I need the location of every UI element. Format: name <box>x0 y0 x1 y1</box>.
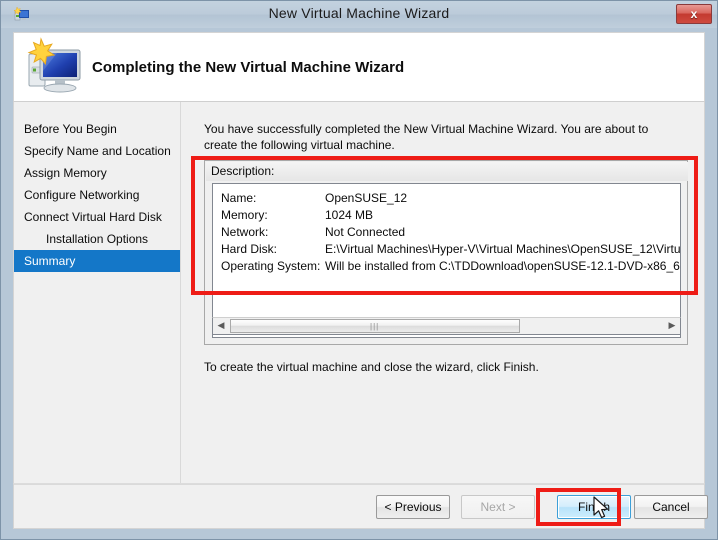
finish-button[interactable]: Finish <box>557 495 631 519</box>
sidebar-item-configure-networking[interactable]: Configure Networking <box>14 184 180 206</box>
sidebar-item-installation-options[interactable]: Installation Options <box>14 228 180 250</box>
title-bar: New Virtual Machine Wizard x <box>1 1 717 28</box>
intro-paragraph: You have successfully completed the New … <box>204 122 649 152</box>
scrollbar-track[interactable]: ◀ ||| ▶ <box>213 318 680 334</box>
sidebar-item-connect-virtual-hard-disk[interactable]: Connect Virtual Hard Disk <box>14 206 180 228</box>
description-value: Not Connected <box>325 225 406 239</box>
description-value: Will be installed from C:\TDDownload\ope… <box>325 259 681 273</box>
sidebar-item-label: Connect Virtual Hard Disk <box>24 210 162 224</box>
list-item: Operating System: Will be installed from … <box>221 258 681 275</box>
cancel-button-label: Cancel <box>652 500 690 514</box>
scroll-right-icon[interactable]: ▶ <box>664 318 680 334</box>
list-item: Memory: 1024 MB <box>221 207 680 224</box>
sidebar-item-assign-memory[interactable]: Assign Memory <box>14 162 180 184</box>
description-key: Hard Disk: <box>221 242 278 256</box>
scroll-left-icon[interactable]: ◀ <box>213 318 229 334</box>
previous-button[interactable]: < Previous <box>376 495 450 519</box>
close-icon[interactable]: x <box>676 4 712 24</box>
sidebar-item-summary[interactable]: Summary <box>14 250 180 272</box>
wizard-banner: Completing the New Virtual Machine Wizar… <box>13 32 705 102</box>
sidebar-item-before-you-begin[interactable]: Before You Begin <box>14 118 180 140</box>
sidebar-item-label: Installation Options <box>46 232 149 246</box>
description-value: E:\Virtual Machines\Hyper-V\Virtual Mach… <box>325 242 681 256</box>
sidebar-item-label: Summary <box>24 254 76 268</box>
horizontal-scrollbar[interactable]: ◀ ||| ▶ <box>212 317 681 335</box>
footer-instruction: To create the virtual machine and close … <box>204 360 539 374</box>
divider <box>14 484 704 485</box>
wizard-body: Before You Begin Specify Name and Locati… <box>13 102 705 483</box>
new-vm-monitor-icon <box>24 37 86 99</box>
description-group-box: Description: Name: OpenSUSE_12 Memory: 102… <box>204 160 688 345</box>
next-button-label: Next > <box>480 500 516 514</box>
description-list[interactable]: Name: OpenSUSE_12 Memory: 1024 MB Network:… <box>212 183 681 338</box>
next-button: Next > <box>461 495 535 519</box>
dialog-button-bar: < Previous Next > Finish Cancel <box>13 483 708 529</box>
description-group-header <box>206 162 688 181</box>
description-label: Description: <box>211 164 275 178</box>
wizard-step-sidebar: Before You Begin Specify Name and Locati… <box>14 102 181 483</box>
description-value: OpenSUSE_12 <box>325 191 408 205</box>
previous-button-label: < Previous <box>384 500 442 514</box>
description-key: Operating System: <box>221 259 321 273</box>
window-title: New Virtual Machine Wizard <box>268 5 450 21</box>
sidebar-item-label: Configure Networking <box>24 188 140 202</box>
sidebar-item-specify-name-and-location[interactable]: Specify Name and Location <box>14 140 180 162</box>
new-virtual-machine-wizard-window: New Virtual Machine Wizard x Completing … <box>0 0 718 540</box>
wizard-content-pane: You have successfully completed the New … <box>181 102 704 483</box>
sidebar-item-label: Before You Begin <box>24 122 117 136</box>
step-list: Before You Begin Specify Name and Locati… <box>14 118 180 272</box>
description-key: Network: <box>221 225 269 239</box>
sidebar-item-label: Specify Name and Location <box>24 144 171 158</box>
scrollbar-grip-icon: ||| <box>370 322 380 331</box>
finish-button-label: Finish <box>577 500 610 514</box>
sidebar-item-label: Assign Memory <box>24 166 107 180</box>
list-item: Network: Not Connected <box>221 224 680 241</box>
scrollbar-thumb[interactable]: ||| <box>230 319 520 333</box>
list-item: Hard Disk: E:\Virtual Machines\Hyper-V\Vi… <box>221 241 681 258</box>
list-item: Name: OpenSUSE_12 <box>221 190 680 207</box>
description-value: 1024 MB <box>325 208 374 222</box>
description-key: Memory: <box>221 208 268 222</box>
page-title: Completing the New Virtual Machine Wizar… <box>92 59 405 76</box>
description-key: Name: <box>221 191 257 205</box>
cancel-button[interactable]: Cancel <box>634 495 708 519</box>
